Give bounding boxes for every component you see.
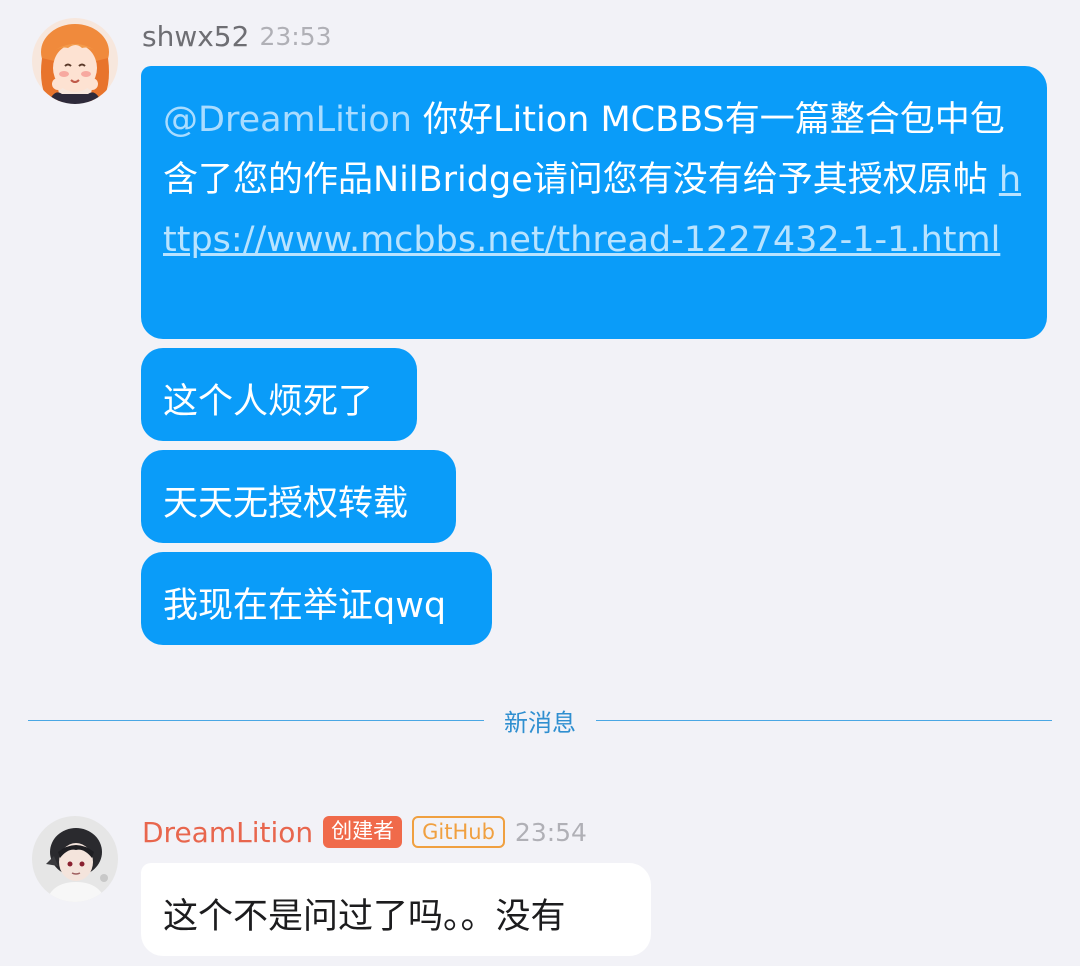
message-bubble[interactable]: 这个不是问过了吗。。没有 [141,863,651,956]
chat-view: shwx52 23:53 @DreamLition 你好Lition MCBBS… [0,0,1080,966]
new-messages-label: 新消息 [504,708,576,737]
creator-badge: 创建者 [323,816,403,848]
avatar-dreamlition[interactable] [32,816,118,902]
message-bubble[interactable]: 天天无授权转载 [141,450,456,543]
mention-link[interactable]: @DreamLition [163,100,412,140]
divider-line-left [28,719,484,721]
message-meta: DreamLition 创建者 GitHub 23:54 [142,812,587,852]
new-messages-divider: 新消息 [28,700,1052,740]
divider-line-right [596,719,1052,721]
message-text: 我现在在举证qwq [163,586,447,626]
message-text: 这个不是问过了吗。。没有 [163,897,566,937]
message-meta: shwx52 23:53 [142,16,331,56]
sender-name[interactable]: shwx52 [142,20,249,53]
message-text: 这个人烦死了 [163,382,374,422]
message-text: 天天无授权转载 [163,484,409,524]
message-bubble[interactable]: 这个人烦死了 [141,348,417,441]
message-bubble[interactable]: @DreamLition 你好Lition MCBBS有一篇整合包中包含了您的作… [141,66,1047,339]
message-time: 23:54 [514,817,587,847]
anime-boy-avatar-icon [32,816,118,902]
sender-name[interactable]: DreamLition [142,816,313,849]
message-time: 23:53 [259,21,332,51]
anime-girl-avatar-icon [32,18,118,104]
message-bubble[interactable]: 我现在在举证qwq [141,552,492,645]
github-badge: GitHub [412,816,505,848]
avatar-shwx52[interactable] [32,18,118,104]
